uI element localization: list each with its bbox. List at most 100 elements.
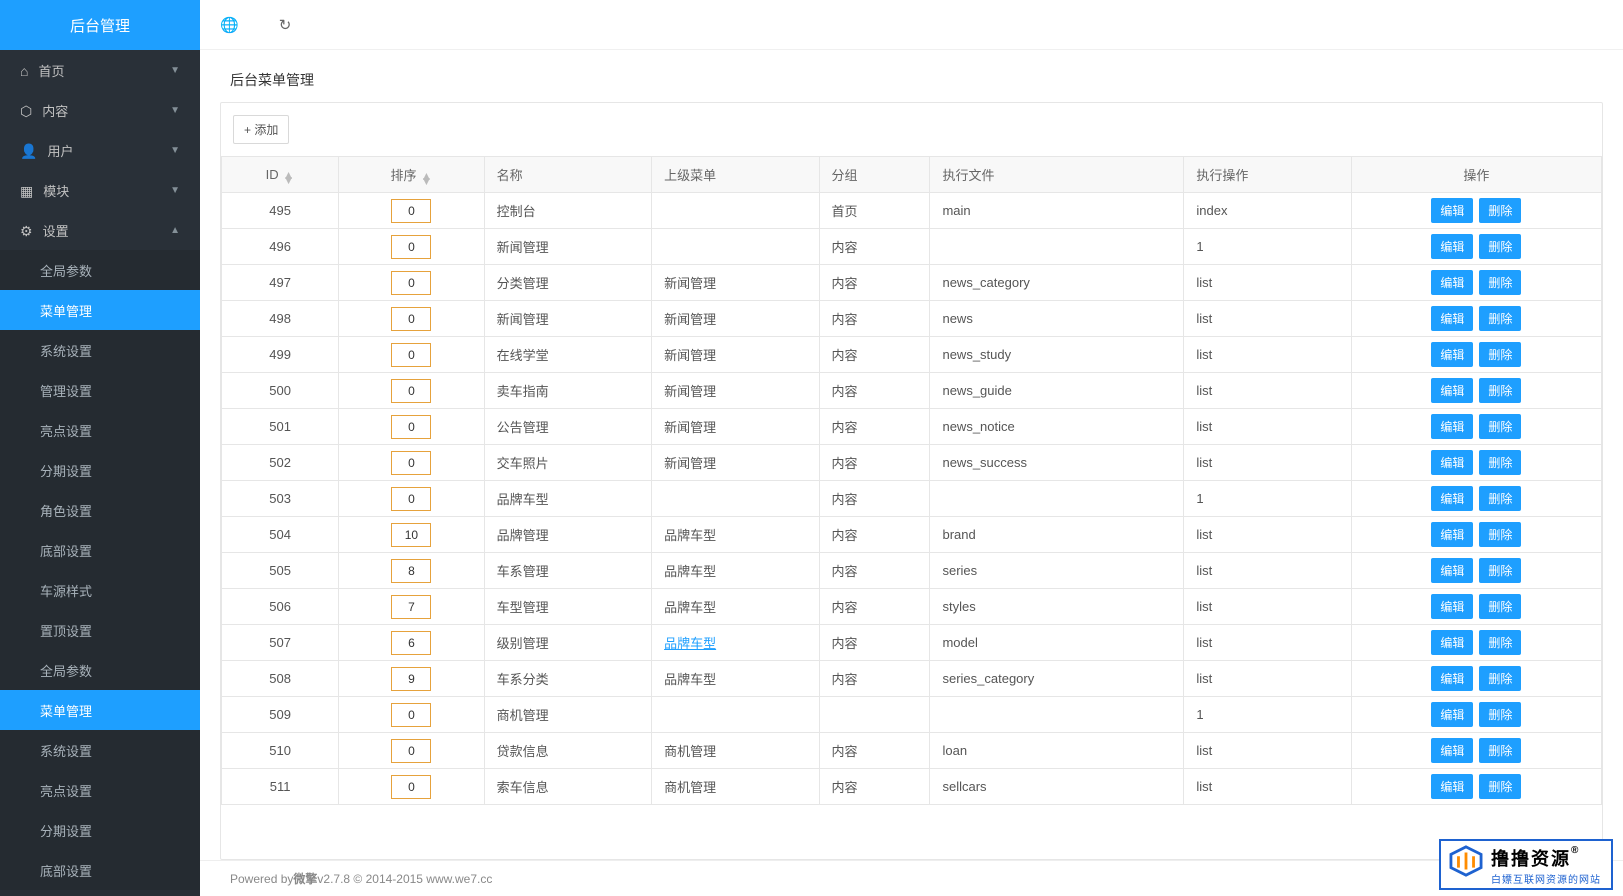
edit-button[interactable]: 编辑 (1431, 270, 1473, 295)
delete-button[interactable]: 删除 (1479, 702, 1521, 727)
edit-button[interactable]: 编辑 (1431, 486, 1473, 511)
nav-group[interactable]: 👤用户▼ (0, 130, 200, 170)
column-header[interactable]: ID▲▼ (222, 157, 339, 193)
sort-input[interactable] (391, 739, 431, 763)
delete-button[interactable]: 删除 (1479, 486, 1521, 511)
nav-sub-item[interactable]: 系统设置 (0, 730, 200, 770)
sort-input[interactable] (391, 451, 431, 475)
sort-input[interactable] (391, 667, 431, 691)
nav-sub-item[interactable]: 底部设置 (0, 530, 200, 570)
main: 🌐 ↻ 后台菜单管理 + 添加 ID▲▼排序▲▼名称上级菜单分组执行文件执行操作… (200, 0, 1623, 896)
edit-button[interactable]: 编辑 (1431, 594, 1473, 619)
edit-button[interactable]: 编辑 (1431, 558, 1473, 583)
nav-group[interactable]: ⚙设置▲ (0, 210, 200, 250)
parent-link[interactable]: 品牌车型 (664, 636, 716, 651)
edit-button[interactable]: 编辑 (1431, 450, 1473, 475)
cell-op: list (1184, 373, 1351, 409)
nav-sub-item[interactable]: 置顶设置 (0, 610, 200, 650)
nav-sub-item[interactable]: 全局参数 (0, 650, 200, 690)
delete-button[interactable]: 删除 (1479, 774, 1521, 799)
cell-group: 内容 (819, 301, 930, 337)
edit-button[interactable]: 编辑 (1431, 342, 1473, 367)
sort-input[interactable] (391, 415, 431, 439)
sort-input[interactable] (391, 235, 431, 259)
cell-op: list (1184, 337, 1351, 373)
cell-op: list (1184, 517, 1351, 553)
delete-button[interactable]: 删除 (1479, 414, 1521, 439)
cell-name: 新闻管理 (484, 229, 651, 265)
nav-sub-item[interactable]: 管理设置 (0, 370, 200, 410)
sort-input[interactable] (391, 307, 431, 331)
delete-button[interactable]: 删除 (1479, 342, 1521, 367)
delete-button[interactable]: 删除 (1479, 306, 1521, 331)
delete-button[interactable]: 删除 (1479, 234, 1521, 259)
delete-button[interactable]: 删除 (1479, 630, 1521, 655)
edit-button[interactable]: 编辑 (1431, 306, 1473, 331)
nav-group[interactable]: ⬡内容▼ (0, 90, 200, 130)
cell-name: 在线学堂 (484, 337, 651, 373)
cell-file: news (930, 301, 1184, 337)
sort-input[interactable] (391, 271, 431, 295)
nav-sub-item[interactable]: 菜单管理 (0, 290, 200, 330)
sort-input[interactable] (391, 379, 431, 403)
refresh-icon[interactable]: ↻ (279, 16, 292, 34)
edit-button[interactable]: 编辑 (1431, 414, 1473, 439)
cell-parent (652, 229, 819, 265)
cell-file (930, 229, 1184, 265)
nav-sub-item[interactable]: 车源样式 (0, 570, 200, 610)
cell-id: 507 (222, 625, 339, 661)
nav-sub-item[interactable]: 分期设置 (0, 450, 200, 490)
sort-input[interactable] (391, 523, 431, 547)
delete-button[interactable]: 删除 (1479, 666, 1521, 691)
sort-input[interactable] (391, 199, 431, 223)
column-header[interactable]: 排序▲▼ (339, 157, 484, 193)
sort-input[interactable] (391, 487, 431, 511)
edit-button[interactable]: 编辑 (1431, 702, 1473, 727)
cell-op: 1 (1184, 481, 1351, 517)
edit-button[interactable]: 编辑 (1431, 378, 1473, 403)
delete-button[interactable]: 删除 (1479, 198, 1521, 223)
nav-sub-item[interactable]: 底部设置 (0, 850, 200, 890)
delete-button[interactable]: 删除 (1479, 450, 1521, 475)
sort-input[interactable] (391, 631, 431, 655)
table-row: 497 分类管理 新闻管理 内容 news_category list 编辑 删… (222, 265, 1602, 301)
edit-button[interactable]: 编辑 (1431, 774, 1473, 799)
cell-group: 内容 (819, 517, 930, 553)
cell-id: 499 (222, 337, 339, 373)
nav-sub-item[interactable]: 系统设置 (0, 330, 200, 370)
cell-group: 内容 (819, 625, 930, 661)
nav-sub-item[interactable]: 分期设置 (0, 810, 200, 850)
delete-button[interactable]: 删除 (1479, 738, 1521, 763)
sidebar-menu: ⌂首页▼⬡内容▼👤用户▼▦模块▼⚙设置▲全局参数菜单管理系统设置管理设置亮点设置… (0, 50, 200, 896)
nav-sub-item[interactable]: 亮点设置 (0, 410, 200, 450)
cell-group: 内容 (819, 373, 930, 409)
delete-button[interactable]: 删除 (1479, 522, 1521, 547)
add-button[interactable]: + 添加 (233, 115, 289, 144)
nav-group[interactable]: ⌂首页▼ (0, 50, 200, 90)
nav-sub-item[interactable]: 全局参数 (0, 250, 200, 290)
sort-input[interactable] (391, 775, 431, 799)
edit-button[interactable]: 编辑 (1431, 522, 1473, 547)
edit-button[interactable]: 编辑 (1431, 666, 1473, 691)
delete-button[interactable]: 删除 (1479, 594, 1521, 619)
nav-sub-item[interactable]: 亮点设置 (0, 770, 200, 810)
edit-button[interactable]: 编辑 (1431, 630, 1473, 655)
menu-table: ID▲▼排序▲▼名称上级菜单分组执行文件执行操作操作 495 控制台 首页 ma… (221, 156, 1602, 805)
edit-button[interactable]: 编辑 (1431, 198, 1473, 223)
delete-button[interactable]: 删除 (1479, 270, 1521, 295)
delete-button[interactable]: 删除 (1479, 558, 1521, 583)
sort-input[interactable] (391, 559, 431, 583)
nav-group[interactable]: ▦模块▼ (0, 170, 200, 210)
table-row: 498 新闻管理 新闻管理 内容 news list 编辑 删除 (222, 301, 1602, 337)
edit-button[interactable]: 编辑 (1431, 234, 1473, 259)
sort-input[interactable] (391, 595, 431, 619)
nav-sub-item[interactable]: 角色设置 (0, 490, 200, 530)
nav-sub-item[interactable]: 菜单管理 (0, 690, 200, 730)
sort-input[interactable] (391, 343, 431, 367)
delete-button[interactable]: 删除 (1479, 378, 1521, 403)
edit-button[interactable]: 编辑 (1431, 738, 1473, 763)
cell-group: 内容 (819, 481, 930, 517)
sort-input[interactable] (391, 703, 431, 727)
globe-icon[interactable]: 🌐 (220, 16, 239, 34)
cell-name: 交车照片 (484, 445, 651, 481)
